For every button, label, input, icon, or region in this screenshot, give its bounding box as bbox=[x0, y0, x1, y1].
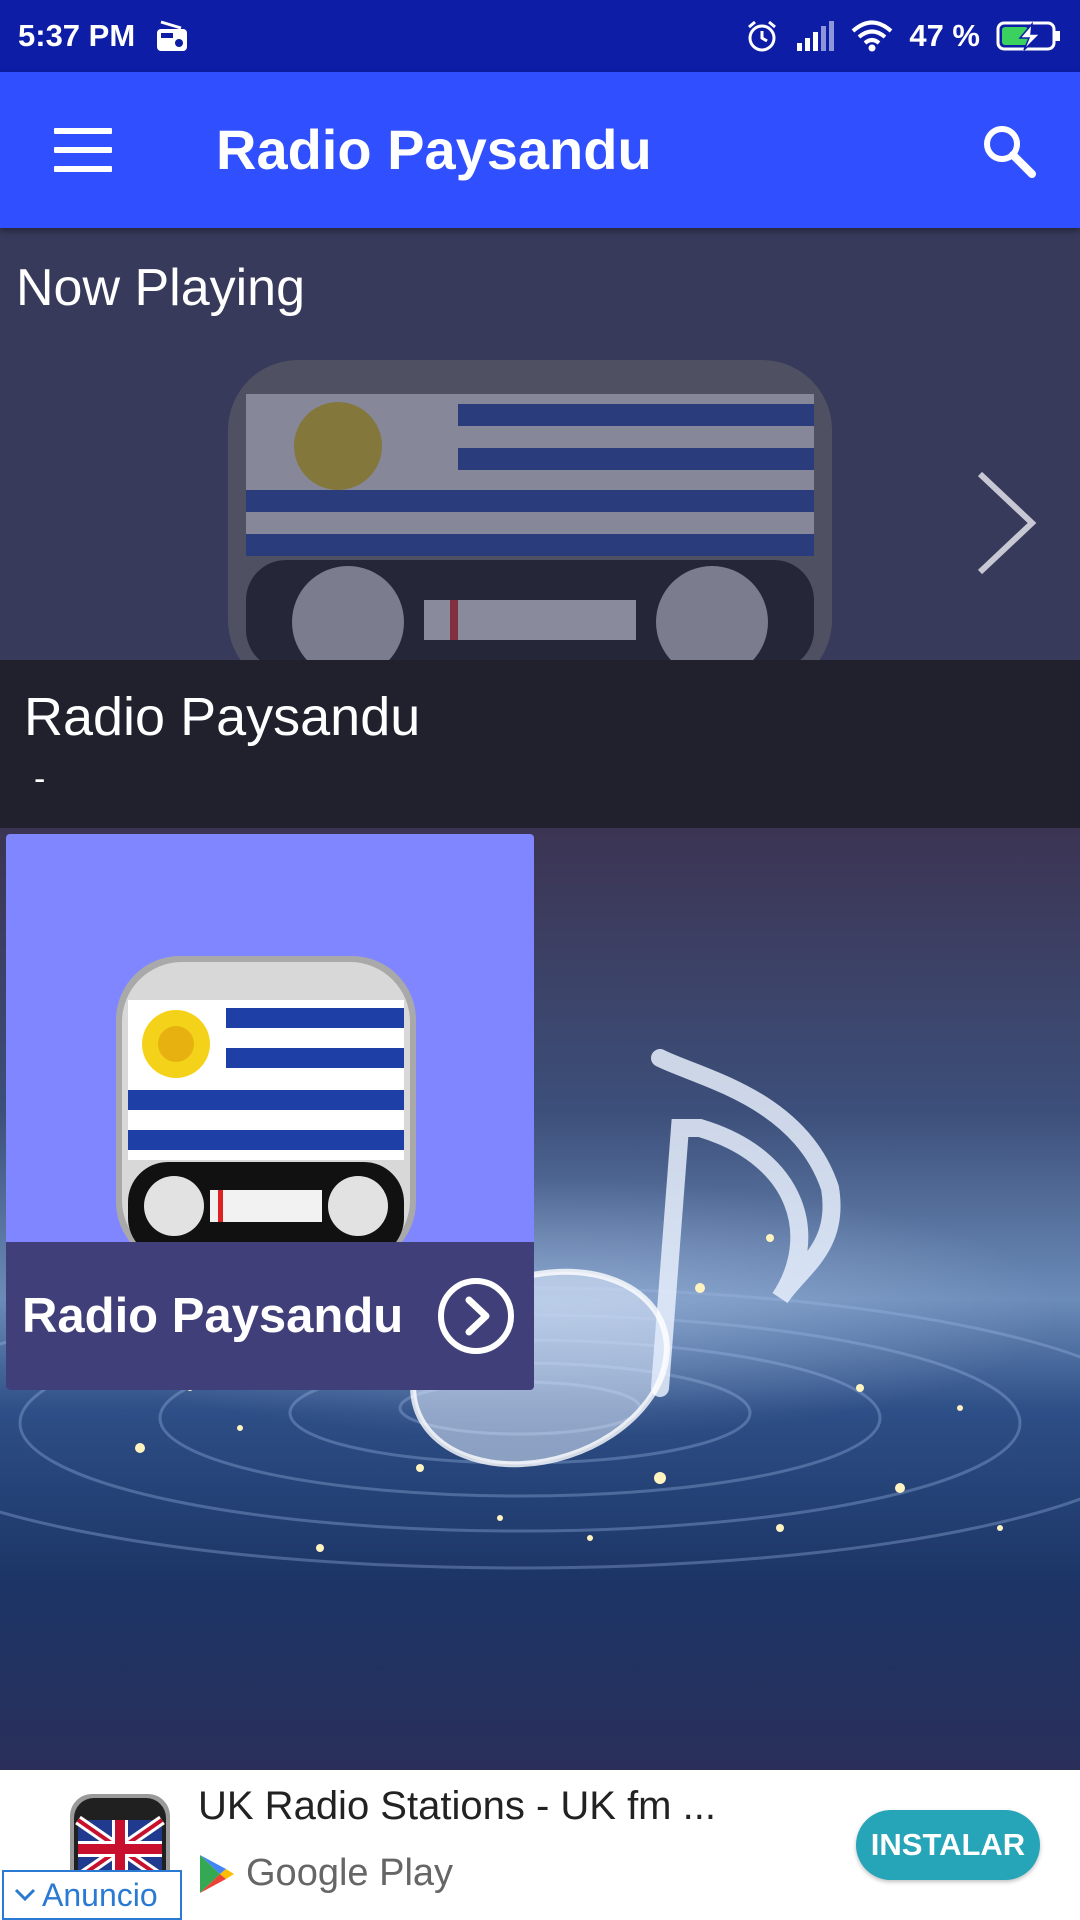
station-logo bbox=[116, 956, 416, 1266]
google-play-icon bbox=[200, 1854, 234, 1893]
app-bar: Radio Paysandu bbox=[0, 72, 1080, 228]
ad-badge[interactable]: Anuncio bbox=[2, 1870, 182, 1920]
ad-title: UK Radio Stations - UK fm ... bbox=[198, 1784, 716, 1828]
chevron-down-icon bbox=[14, 1888, 36, 1902]
ad-badge-label: Anuncio bbox=[42, 1876, 158, 1913]
station-card-footer: Radio Paysandu bbox=[6, 1242, 534, 1390]
signal-icon bbox=[795, 21, 835, 51]
ad-store-name: Google Play bbox=[246, 1852, 454, 1894]
wifi-icon bbox=[851, 20, 893, 52]
now-playing-label: Now Playing bbox=[16, 259, 306, 317]
status-time: 5:37 PM bbox=[18, 18, 136, 53]
now-playing-panel: Now Playing Radio Paysandu - bbox=[0, 228, 1080, 828]
app-title: Radio Paysandu bbox=[216, 118, 652, 181]
battery-text: 47 % bbox=[909, 18, 980, 53]
next-arrow-icon[interactable] bbox=[970, 468, 1040, 578]
station-card-title: Radio Paysandu bbox=[22, 1289, 404, 1343]
chevron-right-circle-icon[interactable] bbox=[436, 1276, 516, 1356]
station-card[interactable]: Radio Paysandu bbox=[6, 834, 534, 1390]
battery-charging-icon bbox=[996, 20, 1062, 52]
menu-icon[interactable] bbox=[54, 128, 112, 172]
now-playing-track: - bbox=[34, 760, 46, 798]
search-icon[interactable] bbox=[978, 120, 1038, 180]
now-playing-artwork bbox=[228, 360, 832, 690]
ad-store: Google Play bbox=[198, 1852, 453, 1895]
radio-icon bbox=[155, 20, 191, 52]
status-bar: 5:37 PM 47 % bbox=[0, 0, 1080, 72]
alarm-icon bbox=[745, 19, 779, 53]
now-playing-station: Radio Paysandu bbox=[24, 687, 421, 747]
install-button[interactable]: INSTALAR bbox=[856, 1810, 1040, 1880]
now-playing-info: Radio Paysandu - bbox=[0, 660, 1080, 828]
